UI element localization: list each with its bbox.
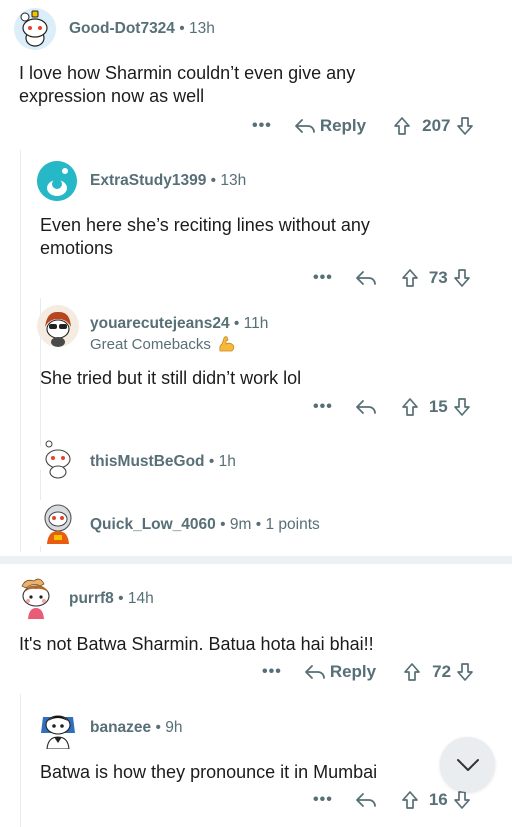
comment-actions: ••• 15 bbox=[313, 394, 471, 420]
comment-line: expression now as well bbox=[19, 86, 205, 106]
avatar[interactable] bbox=[37, 161, 77, 201]
comment-body: Even here she’s reciting lines without a… bbox=[40, 214, 370, 260]
separator-dot: • bbox=[155, 719, 161, 736]
snoo-avatar-icon bbox=[41, 715, 75, 749]
comment-line: I love how Sharmin couldn’t even give an… bbox=[19, 63, 356, 83]
comment-body: She tried but it still didn’t work lol bbox=[40, 367, 301, 390]
upvote-arrow-icon[interactable] bbox=[401, 268, 419, 288]
reply-arrow-icon[interactable] bbox=[355, 398, 377, 416]
more-options-button[interactable]: ••• bbox=[313, 398, 333, 416]
comment-line: Even here she’s reciting lines without a… bbox=[40, 215, 370, 235]
timestamp: 9m bbox=[229, 516, 252, 533]
thread-line bbox=[20, 150, 21, 552]
comment-line: Batwa is how they pronounce it in Mumbai bbox=[40, 762, 378, 782]
comment-actions: ••• 16 bbox=[313, 787, 471, 813]
vote-count: 16 bbox=[428, 790, 448, 809]
timestamp: 11h bbox=[243, 315, 269, 332]
timestamp: 13h bbox=[189, 20, 215, 37]
timestamp: 9h bbox=[165, 719, 183, 736]
downvote-arrow-icon[interactable] bbox=[453, 397, 471, 417]
points-count: 1 points bbox=[265, 516, 320, 533]
flexed-biceps-icon bbox=[217, 334, 237, 354]
reply-arrow-icon[interactable] bbox=[355, 791, 377, 809]
chevron-down-icon bbox=[456, 758, 480, 772]
flair-text: Great Comebacks bbox=[90, 335, 211, 353]
separator-dot: • bbox=[220, 516, 226, 533]
username[interactable]: ExtraStudy1399 bbox=[90, 172, 206, 189]
snoo-avatar-icon bbox=[21, 578, 50, 619]
avatar[interactable] bbox=[14, 8, 56, 50]
more-options-button[interactable]: ••• bbox=[313, 791, 333, 809]
downvote-arrow-icon[interactable] bbox=[453, 790, 471, 810]
reply-button[interactable]: Reply bbox=[320, 116, 366, 136]
avatar[interactable] bbox=[37, 305, 79, 347]
snoo-avatar-icon bbox=[37, 305, 79, 347]
reply-arrow-icon[interactable] bbox=[304, 663, 326, 681]
comment-actions: ••• Reply 72 bbox=[262, 659, 474, 685]
separator-dot: • bbox=[118, 590, 124, 607]
vote-count: 73 bbox=[428, 268, 448, 287]
user-flair: Great Comebacks bbox=[90, 334, 237, 354]
username[interactable]: purrf8 bbox=[69, 590, 114, 607]
snoo-avatar-icon bbox=[44, 504, 72, 544]
avatar[interactable] bbox=[37, 500, 79, 546]
separator-dot: • bbox=[179, 20, 185, 37]
comment-body: I love how Sharmin couldn’t even give an… bbox=[19, 62, 355, 108]
username[interactable]: Quick_Low_4060 bbox=[90, 516, 216, 533]
username[interactable]: thisMustBeGod bbox=[90, 453, 205, 470]
thread-line bbox=[20, 694, 21, 827]
upvote-arrow-icon[interactable] bbox=[401, 790, 419, 810]
separator-dot: • bbox=[208, 453, 215, 470]
upvote-arrow-icon[interactable] bbox=[401, 397, 419, 417]
comment-body: It's not Batwa Sharmin. Batua hota hai b… bbox=[19, 633, 374, 656]
timestamp: 1h bbox=[218, 453, 236, 470]
comment-actions: ••• Reply 207 bbox=[252, 113, 474, 139]
comment-line: She tried but it still didn’t work lol bbox=[40, 368, 302, 388]
username[interactable]: Good-Dot7324 bbox=[69, 20, 175, 37]
vote-count: 207 bbox=[422, 116, 451, 135]
comment-body: Batwa is how they pronounce it in Mumbai bbox=[40, 761, 377, 784]
comment-line: emotions bbox=[40, 238, 114, 258]
avatar[interactable] bbox=[37, 437, 79, 479]
reply-arrow-icon[interactable] bbox=[355, 269, 377, 287]
downvote-arrow-icon[interactable] bbox=[456, 662, 474, 682]
separator-dot: • bbox=[210, 172, 217, 189]
comment-actions: ••• 73 bbox=[313, 265, 471, 291]
separator-dot: • bbox=[233, 315, 240, 332]
vote-count: 72 bbox=[432, 662, 452, 681]
vote-count: 15 bbox=[428, 397, 448, 416]
downvote-arrow-icon[interactable] bbox=[456, 116, 474, 136]
timestamp: 14h bbox=[127, 590, 154, 607]
comment-line: It's not Batwa Sharmin. Batua hota hai b… bbox=[19, 634, 374, 654]
more-options-button[interactable]: ••• bbox=[252, 117, 272, 135]
downvote-arrow-icon[interactable] bbox=[453, 268, 471, 288]
timestamp: 13h bbox=[220, 172, 247, 189]
more-options-button[interactable]: ••• bbox=[313, 269, 333, 287]
thread-divider bbox=[0, 556, 512, 564]
reply-button[interactable]: Reply bbox=[330, 662, 376, 682]
snoo-avatar-icon bbox=[14, 8, 56, 50]
more-options-button[interactable]: ••• bbox=[262, 663, 282, 681]
scroll-down-button[interactable] bbox=[440, 737, 495, 792]
reply-arrow-icon[interactable] bbox=[294, 117, 316, 135]
username[interactable]: youarecutejeans24 bbox=[90, 315, 230, 332]
avatar[interactable] bbox=[14, 574, 58, 620]
separator-dot: • bbox=[255, 516, 262, 533]
avatar[interactable] bbox=[37, 707, 79, 749]
upvote-arrow-icon[interactable] bbox=[393, 116, 411, 136]
upvote-arrow-icon[interactable] bbox=[403, 662, 421, 682]
username[interactable]: banazee bbox=[90, 719, 151, 736]
snoo-avatar-icon bbox=[45, 440, 71, 479]
snoo-avatar-icon bbox=[37, 161, 77, 201]
